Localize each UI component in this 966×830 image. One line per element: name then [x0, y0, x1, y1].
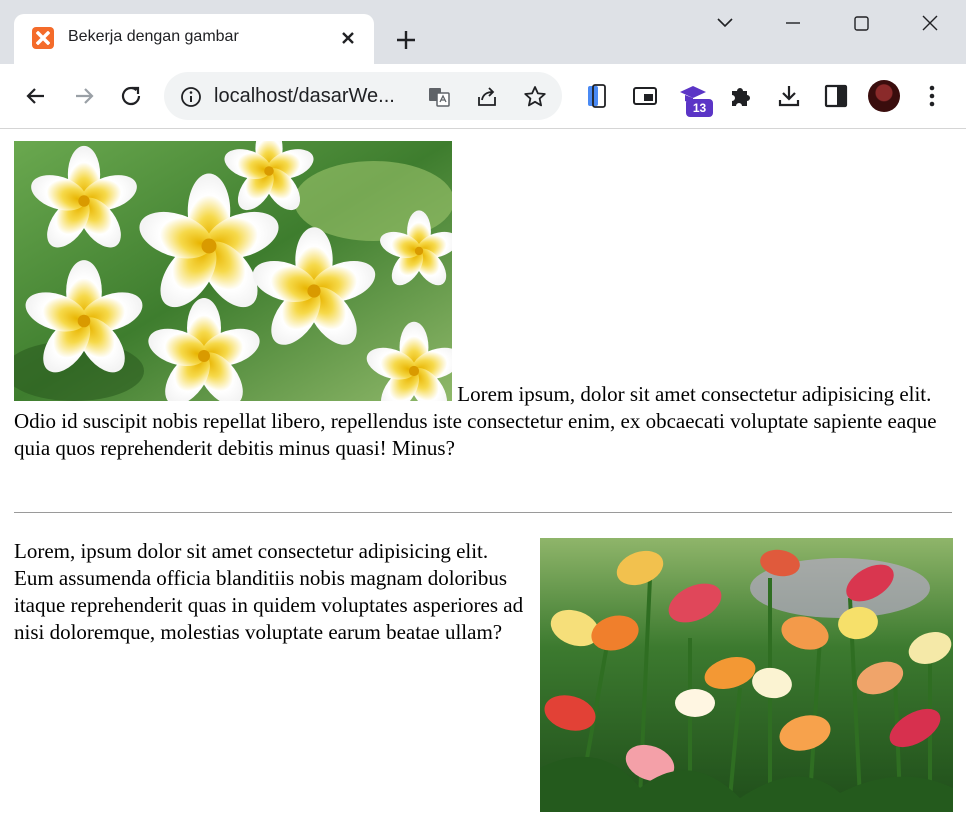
share-icon[interactable]: [474, 84, 500, 110]
translate-icon[interactable]: [426, 84, 452, 110]
page-content: Lorem ipsum, dolor sit amet consectetur …: [0, 129, 966, 830]
maximize-icon[interactable]: [846, 8, 876, 38]
plus-icon[interactable]: [392, 26, 420, 54]
minimize-icon[interactable]: [778, 8, 808, 38]
section-1: Lorem ipsum, dolor sit amet consectetur …: [14, 141, 954, 462]
more-icon[interactable]: [918, 82, 946, 110]
extension-badge: 13: [686, 99, 713, 117]
reload-icon[interactable]: [117, 82, 145, 110]
chevron-down-icon[interactable]: [710, 8, 740, 38]
horizontal-rule: [14, 512, 952, 513]
info-icon[interactable]: [178, 84, 204, 110]
puzzle-icon[interactable]: [727, 82, 755, 110]
close-window-icon[interactable]: [915, 8, 945, 38]
download-icon[interactable]: [775, 82, 803, 110]
side-panel-icon[interactable]: [822, 82, 850, 110]
profile-avatar[interactable]: [868, 80, 900, 112]
paragraph-2: Lorem, ipsum dolor sit amet consectetur …: [14, 539, 524, 644]
address-bar[interactable]: localhost/dasarWe...: [164, 72, 562, 120]
phone-icon[interactable]: [583, 82, 611, 110]
close-icon[interactable]: [336, 26, 360, 50]
star-icon[interactable]: [522, 84, 548, 110]
forward-icon[interactable]: [70, 82, 98, 110]
tab-title: Bekerja dengan gambar: [68, 28, 239, 45]
frangipani-image: [14, 141, 452, 401]
url-text[interactable]: localhost/dasarWe...: [214, 85, 395, 108]
tab-strip: Bekerja dengan gambar: [0, 0, 966, 64]
xampp-favicon-icon: [32, 27, 54, 49]
back-icon[interactable]: [22, 82, 50, 110]
browser-toolbar: localhost/dasarWe... 13: [0, 64, 966, 129]
picture-in-picture-icon[interactable]: [631, 82, 659, 110]
active-tab[interactable]: Bekerja dengan gambar: [14, 14, 374, 64]
calla-lily-image: [540, 538, 953, 812]
